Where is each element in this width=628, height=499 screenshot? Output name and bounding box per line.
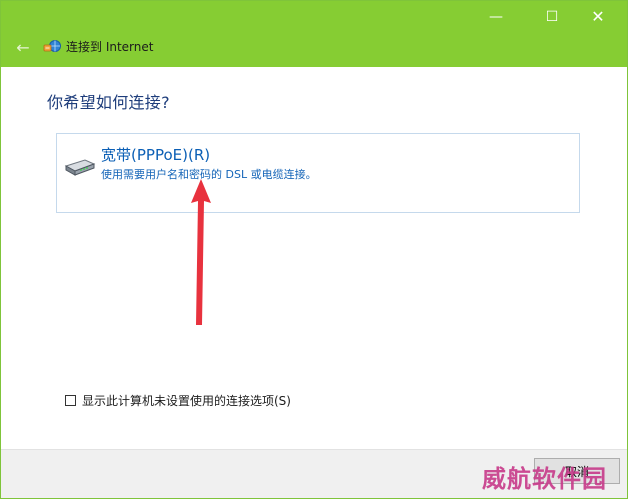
show-unconfigured-label: 显示此计算机未设置使用的连接选项(S) bbox=[82, 394, 291, 408]
minimize-button[interactable]: — bbox=[473, 1, 519, 32]
back-arrow-icon[interactable]: ← bbox=[14, 38, 32, 57]
show-unconfigured-checkbox[interactable] bbox=[65, 395, 76, 406]
option-title: 宽带(PPPoE)(R) bbox=[101, 146, 211, 164]
title-bar: — ☐ ✕ ← 连接到 Internet bbox=[1, 1, 627, 67]
broadband-pppoe-option[interactable]: 宽带(PPPoE)(R) 使用需要用户名和密码的 DSL 或电缆连接。 bbox=[56, 133, 580, 213]
maximize-button[interactable]: ☐ bbox=[529, 1, 575, 32]
close-button[interactable]: ✕ bbox=[575, 1, 621, 32]
window-title: 连接到 Internet bbox=[66, 40, 154, 54]
connect-wizard-window: — ☐ ✕ ← 连接到 Internet 你希望如何连接? 宽带(PPPoE)(… bbox=[0, 0, 628, 499]
watermark-text: 威航软件园 bbox=[482, 464, 607, 493]
annotation-arrow bbox=[191, 179, 211, 325]
show-unconfigured-option[interactable]: 显示此计算机未设置使用的连接选项(S) bbox=[65, 392, 291, 409]
page-heading: 你希望如何连接? bbox=[47, 93, 170, 112]
modem-icon bbox=[64, 159, 96, 176]
network-globe-icon bbox=[43, 40, 61, 52]
